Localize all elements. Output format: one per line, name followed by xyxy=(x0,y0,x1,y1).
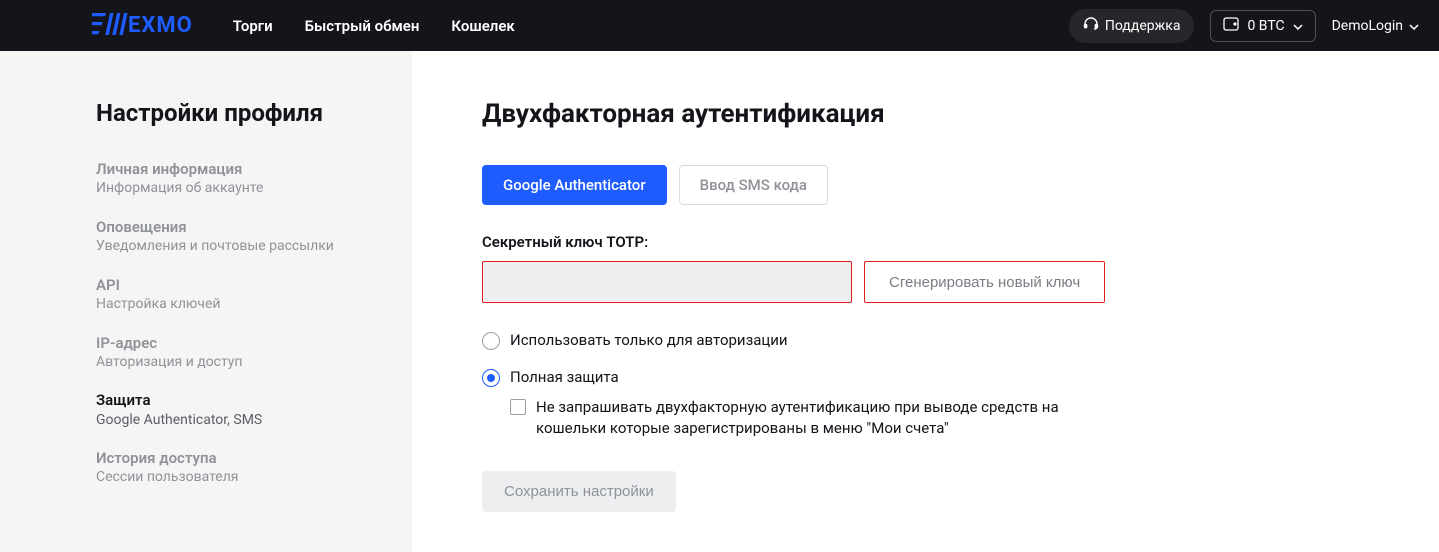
header: EXMO Торги Быстрый обмен Кошелек Поддерж… xyxy=(0,0,1439,51)
radio-full-label: Полная защита xyxy=(510,368,619,386)
sidebar-item-sub: Информация об аккаунте xyxy=(96,179,380,199)
main-nav: Торги Быстрый обмен Кошелек xyxy=(233,17,515,35)
secret-key-input[interactable] xyxy=(482,261,852,303)
logo-text: EXMO xyxy=(128,13,193,38)
nav-wallet[interactable]: Кошелек xyxy=(451,17,514,35)
sidebar-item-label: IP-адрес xyxy=(96,333,380,353)
logo[interactable]: EXMO xyxy=(92,13,193,39)
headset-icon xyxy=(1083,16,1099,36)
sidebar-item-label: Оповещения xyxy=(96,217,380,237)
sidebar-item-sub: Google Authenticator, SMS xyxy=(96,411,380,431)
generate-key-button[interactable]: Сгенерировать новый ключ xyxy=(864,261,1105,303)
tab-google-authenticator[interactable]: Google Authenticator xyxy=(482,165,667,205)
radio-auth-only[interactable] xyxy=(482,332,500,350)
sidebar-item-label: Личная информация xyxy=(96,159,380,179)
sidebar-item-label: История доступа xyxy=(96,448,380,468)
settings-sidebar: Настройки профиля Личная информация Инфо… xyxy=(0,51,412,552)
support-button[interactable]: Поддержка xyxy=(1069,9,1195,43)
radio-full-block: Полная защита Не запрашивать двухфакторн… xyxy=(482,368,1379,439)
sidebar-item-label: Защита xyxy=(96,390,380,410)
sidebar-item-personal[interactable]: Личная информация Информация об аккаунте xyxy=(96,159,380,199)
chevron-down-icon xyxy=(1409,18,1419,34)
radio-auth-only-label: Использовать только для авторизации xyxy=(510,331,788,349)
page-title: Двухфакторная аутентификация xyxy=(482,99,1379,129)
save-button[interactable]: Сохранить настройки xyxy=(482,471,676,512)
radio-full-protection[interactable] xyxy=(482,369,500,387)
sidebar-item-security[interactable]: Защита Google Authenticator, SMS xyxy=(96,390,380,430)
sidebar-item-sub: Настройка ключей xyxy=(96,295,380,315)
sidebar-item-ip[interactable]: IP-адрес Авторизация и доступ xyxy=(96,333,380,373)
secret-key-label: Секретный ключ TOTP: xyxy=(482,233,1379,251)
sidebar-item-notifications[interactable]: Оповещения Уведомления и почтовые рассыл… xyxy=(96,217,380,257)
sidebar-title: Настройки профиля xyxy=(96,99,380,127)
sidebar-item-label: API xyxy=(96,275,380,295)
skip-2fa-row[interactable]: Не запрашивать двухфакторную аутентифика… xyxy=(510,397,1130,439)
protection-mode-group: Использовать только для авторизации Полн… xyxy=(482,331,1379,439)
chevron-down-icon xyxy=(1293,18,1303,34)
page-body: Настройки профиля Личная информация Инфо… xyxy=(0,51,1439,552)
balance-button[interactable]: 0 BTC xyxy=(1210,10,1315,42)
user-menu-button[interactable]: DemoLogin xyxy=(1332,18,1419,34)
header-right: Поддержка 0 BTC DemoLogin xyxy=(1069,9,1419,43)
nav-quick-exchange[interactable]: Быстрый обмен xyxy=(305,17,420,35)
sidebar-item-sub: Авторизация и доступ xyxy=(96,353,380,373)
sidebar-item-access-history[interactable]: История доступа Сессии пользователя xyxy=(96,448,380,488)
wallet-icon xyxy=(1223,17,1239,35)
main-content: Двухфакторная аутентификация Google Auth… xyxy=(412,51,1439,552)
nav-trades[interactable]: Торги xyxy=(233,17,273,35)
skip-2fa-checkbox[interactable] xyxy=(510,399,526,415)
logo-mark-icon xyxy=(92,13,128,39)
radio-full-row[interactable]: Полная защита xyxy=(482,368,1379,387)
tab-sms[interactable]: Ввод SMS кода xyxy=(679,165,828,205)
sidebar-item-api[interactable]: API Настройка ключей xyxy=(96,275,380,315)
sidebar-item-sub: Уведомления и почтовые рассылки xyxy=(96,237,380,257)
user-label: DemoLogin xyxy=(1332,18,1403,34)
sidebar-item-sub: Сессии пользователя xyxy=(96,468,380,488)
auth-method-tabs: Google Authenticator Ввод SMS кода xyxy=(482,165,1379,205)
skip-2fa-label: Не запрашивать двухфакторную аутентифика… xyxy=(536,397,1130,439)
radio-auth-only-row[interactable]: Использовать только для авторизации xyxy=(482,331,1379,350)
balance-label: 0 BTC xyxy=(1247,18,1284,34)
support-label: Поддержка xyxy=(1105,18,1181,34)
sidebar-items: Личная информация Информация об аккаунте… xyxy=(96,159,380,488)
secret-key-row: Сгенерировать новый ключ xyxy=(482,261,1379,303)
